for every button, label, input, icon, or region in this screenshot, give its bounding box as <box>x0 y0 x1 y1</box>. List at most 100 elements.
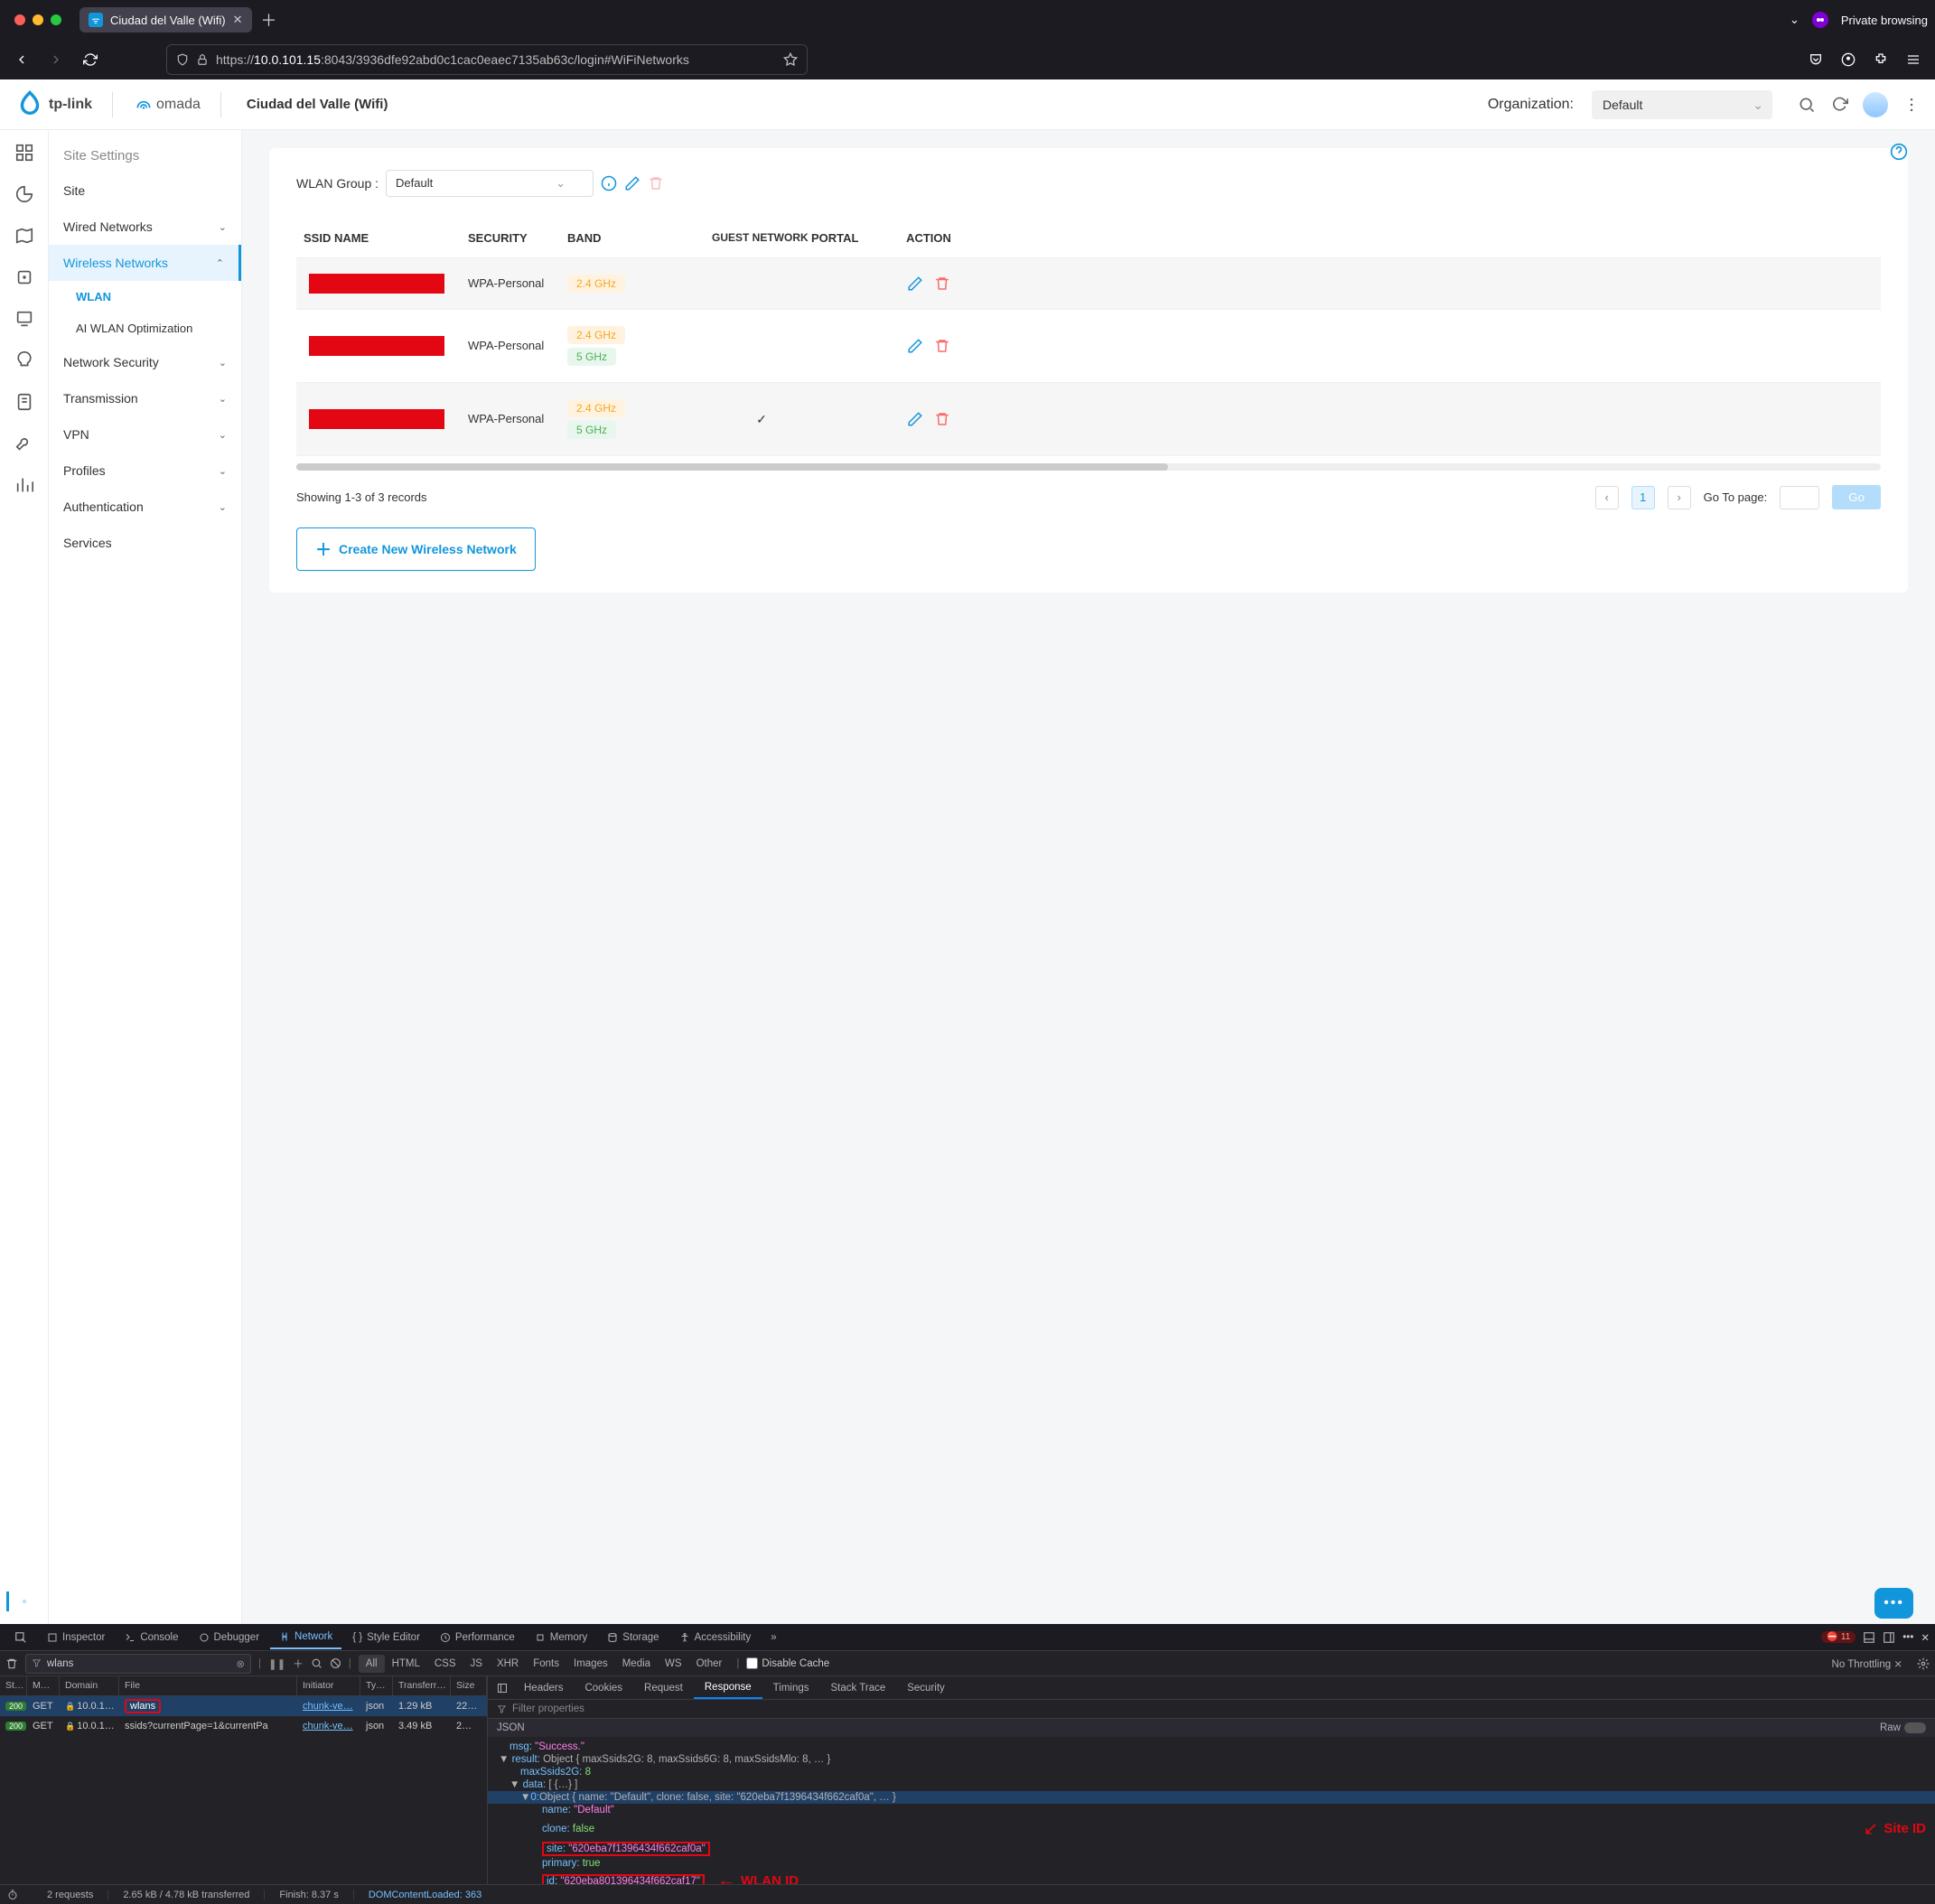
pocket-icon[interactable] <box>1803 47 1828 72</box>
maximize-window-icon[interactable] <box>51 14 61 25</box>
table-row[interactable]: WPA-Personal 2.4 GHz5 GHz <box>296 310 1881 383</box>
close-tab-icon[interactable]: ✕ <box>233 13 243 27</box>
chip-other[interactable]: Other <box>689 1655 730 1673</box>
search-icon[interactable] <box>1798 96 1816 114</box>
json-tree[interactable]: msg: "Success." ▼ result: Object { maxSs… <box>488 1737 1935 1884</box>
clients-icon[interactable] <box>14 309 34 329</box>
insights-icon[interactable] <box>14 350 34 370</box>
filter-properties-input[interactable]: Filter properties <box>488 1700 1935 1719</box>
next-page-button[interactable]: › <box>1668 486 1691 509</box>
create-wireless-button[interactable]: ＋Create New Wireless Network <box>296 527 536 571</box>
devtools-close-icon[interactable]: ✕ <box>1921 1631 1930 1644</box>
sidebar-item-site[interactable]: Site <box>49 173 241 209</box>
clear-filter-icon[interactable]: ⊗ <box>236 1657 245 1670</box>
devtools-tab-style[interactable]: { }Style Editor <box>343 1627 429 1648</box>
go-button[interactable]: Go <box>1832 485 1881 509</box>
filter-input[interactable]: wlans ⊗ <box>25 1654 251 1674</box>
delete-icon[interactable] <box>934 275 950 292</box>
browser-tab[interactable]: ᯤ Ciudad del Valle (Wifi) ✕ <box>79 7 252 33</box>
edit-icon[interactable] <box>907 275 923 292</box>
chip-html[interactable]: HTML <box>385 1655 427 1673</box>
chip-fonts[interactable]: Fonts <box>526 1655 566 1673</box>
page-number[interactable]: 1 <box>1631 486 1655 509</box>
org-select[interactable]: Default ⌄ <box>1592 90 1772 119</box>
delete-icon[interactable] <box>934 338 950 354</box>
account-icon[interactable] <box>1836 47 1861 72</box>
clear-icon[interactable] <box>5 1657 18 1670</box>
rtab-stack[interactable]: Stack Trace <box>820 1678 897 1698</box>
map-icon[interactable] <box>14 226 34 246</box>
sidebar-item-services[interactable]: Services <box>49 525 241 561</box>
devtools-tab-debugger[interactable]: Debugger <box>190 1627 269 1648</box>
devtools-settings-icon[interactable] <box>1917 1657 1930 1670</box>
horizontal-scrollbar[interactable] <box>296 463 1881 471</box>
sidebar-item-trans[interactable]: Transmission⌄ <box>49 380 241 416</box>
pause-icon[interactable]: ❚❚ <box>268 1657 285 1670</box>
tabs-dropdown-icon[interactable]: ⌄ <box>1790 13 1799 27</box>
close-panel-icon[interactable] <box>491 1683 513 1694</box>
rtab-cookies[interactable]: Cookies <box>574 1678 633 1698</box>
disable-cache-checkbox[interactable]: Disable Cache <box>746 1657 829 1669</box>
edit-icon[interactable] <box>907 338 923 354</box>
devtools-tab-perf[interactable]: Performance <box>431 1627 524 1648</box>
statistics-icon[interactable] <box>14 184 34 204</box>
block-icon[interactable] <box>330 1657 341 1669</box>
menu-icon[interactable] <box>1901 47 1926 72</box>
rtab-headers[interactable]: Headers <box>513 1678 574 1698</box>
raw-toggle[interactable]: Raw <box>1880 1722 1926 1733</box>
settings-icon[interactable] <box>6 1591 26 1611</box>
sidebar-item-vpn[interactable]: VPN⌄ <box>49 416 241 453</box>
chip-all[interactable]: All <box>359 1655 385 1673</box>
info-icon[interactable] <box>601 175 617 191</box>
edit-group-icon[interactable] <box>624 175 640 191</box>
rtab-security[interactable]: Security <box>896 1678 956 1698</box>
throttle-select[interactable]: No Throttling ⨯ <box>1832 1657 1902 1670</box>
request-row[interactable]: 200 GET 🔒10.0.1… ssids?currentPage=1&cur… <box>0 1716 487 1736</box>
search-icon[interactable] <box>311 1657 322 1669</box>
chip-xhr[interactable]: XHR <box>490 1655 526 1673</box>
rtab-response[interactable]: Response <box>694 1677 762 1699</box>
devtools-tab-inspector[interactable]: Inspector <box>38 1627 114 1648</box>
request-row[interactable]: 200 GET 🔒10.0.1… wlans chunk-ve… json 1.… <box>0 1696 487 1716</box>
wlan-group-select[interactable]: Default ⌄ <box>386 170 594 197</box>
devtools-picker-icon[interactable] <box>5 1626 36 1649</box>
delete-icon[interactable] <box>934 411 950 427</box>
reload-button[interactable] <box>78 47 103 72</box>
forward-button[interactable] <box>43 47 69 72</box>
new-tab-button[interactable]: ＋ <box>261 8 277 32</box>
error-count-badge[interactable]: ⛔ 11 <box>1821 1631 1856 1643</box>
bookmark-star-icon[interactable] <box>783 52 798 67</box>
sidebar-item-profiles[interactable]: Profiles⌄ <box>49 453 241 489</box>
extensions-icon[interactable] <box>1868 47 1893 72</box>
table-row[interactable]: WPA-Personal 2.4 GHz5 GHz ✓ <box>296 383 1881 456</box>
sidebar-item-wireless[interactable]: Wireless Networks⌃ <box>49 245 241 281</box>
table-row[interactable]: WPA-Personal 2.4 GHz <box>296 258 1881 310</box>
devtools-tab-a11y[interactable]: Accessibility <box>670 1627 761 1648</box>
close-window-icon[interactable] <box>14 14 25 25</box>
chip-ws[interactable]: WS <box>658 1655 689 1673</box>
devtools-more-icon[interactable]: ••• <box>1902 1632 1913 1643</box>
stopwatch-icon[interactable] <box>7 1890 33 1900</box>
goto-page-input[interactable] <box>1780 486 1819 509</box>
prev-page-button[interactable]: ‹ <box>1595 486 1619 509</box>
sidebar-item-netsec[interactable]: Network Security⌄ <box>49 344 241 380</box>
devtools-tab-storage[interactable]: Storage <box>598 1627 668 1648</box>
user-avatar[interactable] <box>1863 92 1888 117</box>
url-bar[interactable]: https://10.0.101.15:8043/3936dfe92abd0c1… <box>166 44 808 75</box>
dashboard-icon[interactable] <box>14 143 34 163</box>
back-button[interactable] <box>9 47 34 72</box>
sidebar-item-wlan[interactable]: WLAN <box>49 281 241 313</box>
window-controls[interactable] <box>14 14 61 25</box>
sidebar-item-wired[interactable]: Wired Networks⌄ <box>49 209 241 245</box>
devtools-tab-network[interactable]: Network <box>270 1626 341 1649</box>
devtools-tab-console[interactable]: Console <box>116 1627 187 1648</box>
minimize-window-icon[interactable] <box>33 14 43 25</box>
reports-icon[interactable] <box>14 475 34 495</box>
edit-icon[interactable] <box>907 411 923 427</box>
logs-icon[interactable] <box>14 392 34 412</box>
refresh-icon[interactable] <box>1830 96 1848 114</box>
add-icon[interactable]: ＋ <box>293 1657 304 1671</box>
devices-icon[interactable] <box>14 267 34 287</box>
tools-icon[interactable] <box>14 434 34 453</box>
devtools-tab-memory[interactable]: Memory <box>526 1627 597 1648</box>
